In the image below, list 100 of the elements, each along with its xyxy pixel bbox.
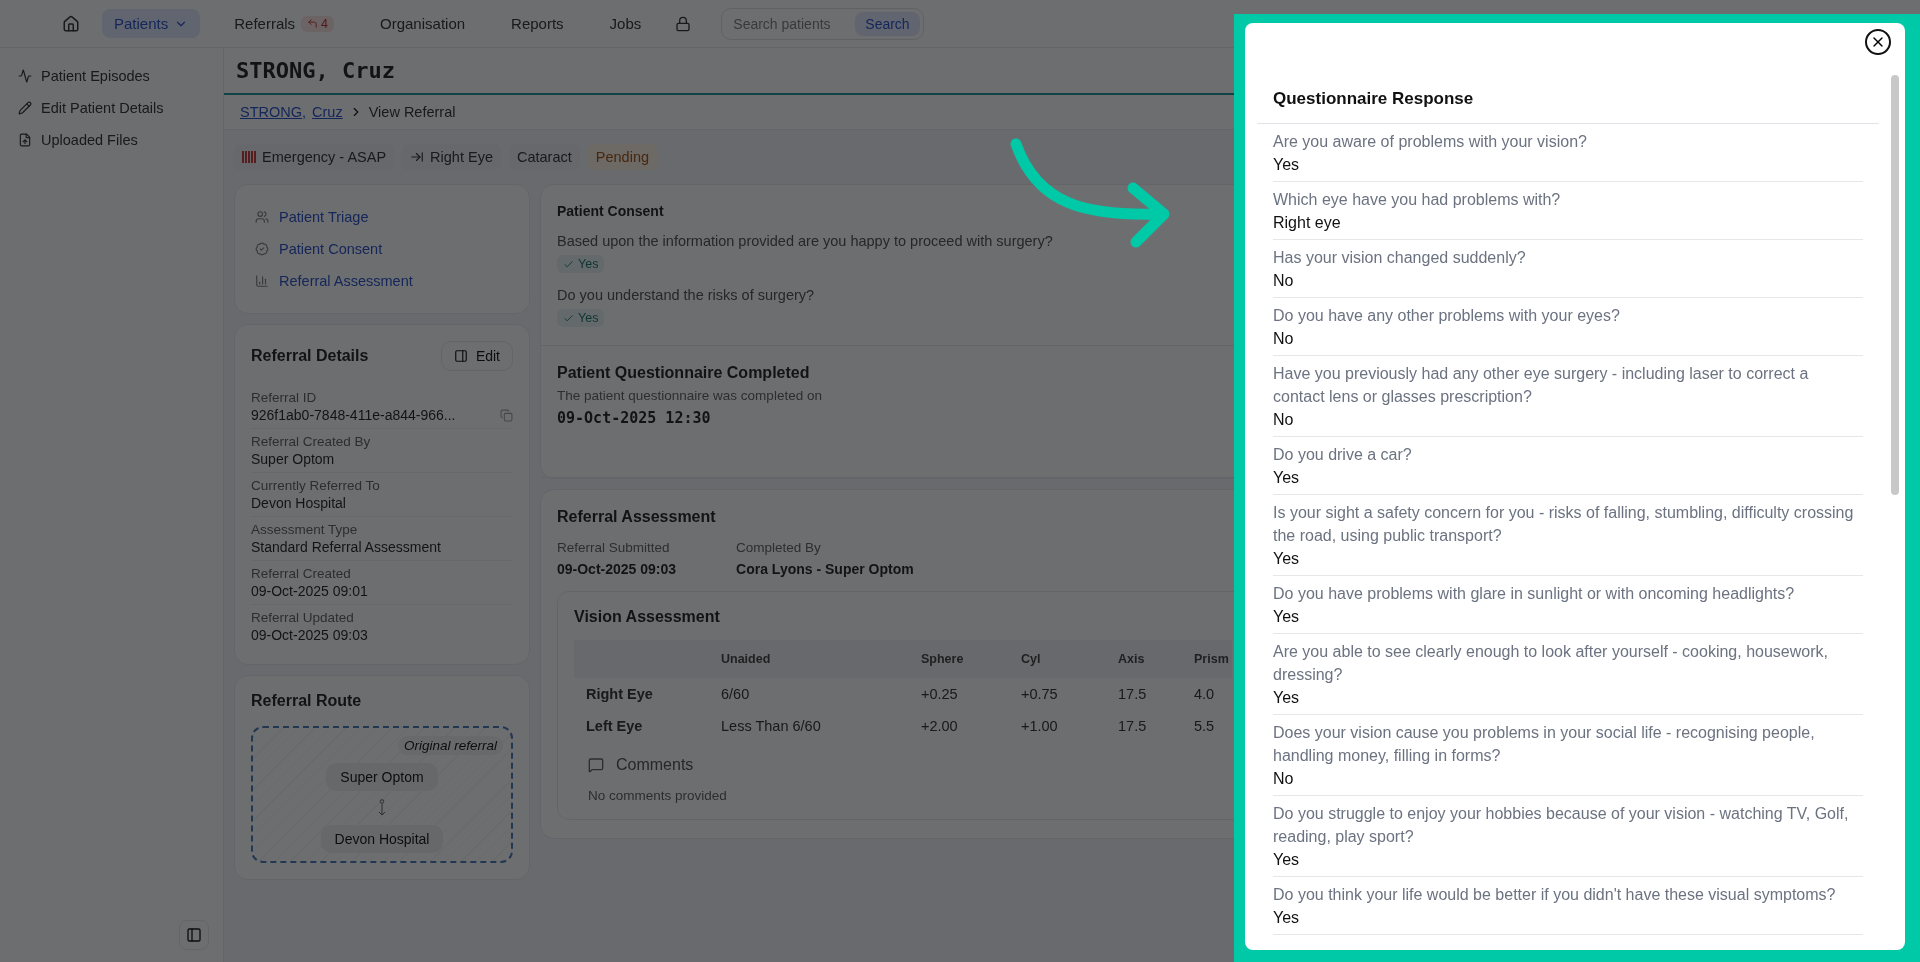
consent-question: Do you understand the risks of surgery?: [557, 287, 815, 303]
column-header: Cyl: [1009, 640, 1106, 678]
answer-text: Yes: [1273, 687, 1300, 708]
field-value: 09-Oct-2025 09:03: [251, 627, 368, 643]
card-title: Referral Route: [251, 692, 363, 710]
comments-title: Comments: [616, 756, 694, 774]
nav-tab[interactable]: Organisation: [368, 9, 478, 38]
answer-text: No: [1273, 270, 1294, 291]
table-cell-text: +1.00: [1020, 717, 1059, 736]
answer-text: Yes: [1273, 907, 1300, 928]
comment-icon: [588, 757, 604, 773]
panel-right-icon: [453, 349, 468, 363]
route-node: Devon Hospital: [320, 825, 444, 853]
count-badge: 4: [301, 15, 334, 32]
field-label: Referral Created: [251, 566, 352, 581]
sidebar-item[interactable]: Patient Episodes: [12, 62, 211, 90]
answer-text: No: [1273, 768, 1294, 789]
field-value: 926f1ab0-7848-411e-a844-966...: [251, 407, 456, 423]
search-button[interactable]: Search: [855, 11, 920, 36]
field-value: Standard Referral Assessment: [251, 539, 441, 555]
sidebar-icon: [18, 101, 32, 115]
nav-tab[interactable]: Reports: [499, 9, 576, 38]
edit-button[interactable]: Edit: [440, 341, 513, 371]
step-icon: [255, 210, 269, 224]
column-header: Unaided: [709, 640, 909, 678]
question-text: Does your vision cause you problems in your social life - recognising people, handling money, filling in forms?: [1273, 722, 1816, 766]
section-title: Referral Assessment: [557, 508, 716, 526]
answer-text: Yes: [1273, 548, 1300, 569]
copy-icon[interactable]: [500, 408, 513, 422]
question-text: Do you drive a car?: [1273, 444, 1412, 465]
breadcrumb-link[interactable]: Cruz: [312, 104, 343, 120]
nav-tab[interactable]: Jobs: [597, 9, 654, 38]
answer-text: Right eye: [1273, 212, 1341, 233]
nav-tab[interactable]: Patients: [102, 9, 201, 38]
column-header: Sphere: [909, 640, 1009, 678]
question-text: Has your vision changed suddenly?: [1273, 247, 1526, 268]
question-text: Do you struggle to enjoy your hobbies because of your vision - watching TV, Golf, reading, play sport?: [1273, 803, 1850, 847]
check-icon: [563, 312, 574, 324]
table-cell: 4.0: [1182, 678, 1232, 710]
card-title: Referral Details: [251, 347, 369, 365]
question-text: Are you aware of problems with your vision?: [1273, 131, 1587, 152]
close-button[interactable]: [1865, 29, 1891, 55]
sidebar-item[interactable]: Uploaded Files: [12, 126, 211, 154]
section-title: Patient Questionnaire Completed: [557, 364, 810, 382]
field-label: Referral Updated: [251, 610, 355, 625]
field-label: Completed By: [736, 540, 822, 555]
step-link[interactable]: Referral Assessment: [251, 265, 513, 297]
table-cell-text: 5.5: [1193, 717, 1216, 736]
lock-icon[interactable]: [675, 15, 692, 32]
sidebar-toggle-button[interactable]: [179, 920, 209, 950]
breadcrumb-current: View Referral: [368, 104, 456, 120]
table-cell: 6/60: [709, 678, 909, 710]
return-arrow-icon: [307, 18, 319, 29]
question-text: Is your sight a safety concern for you - risks of falling, stumbling, difficulty crossing the road, using public transport?: [1273, 502, 1855, 546]
question-text: Do you think your life would be better if you didn't have these visual symptoms?: [1273, 884, 1836, 905]
table-cell-text: +2.00: [920, 717, 959, 736]
answer-tag: Yes: [557, 255, 605, 273]
sidebar-icon: [18, 133, 32, 147]
table-cell: +0.25: [909, 678, 1009, 710]
field-label: Referral Created By: [251, 434, 372, 449]
column-header: Prism: [1182, 640, 1232, 678]
home-icon[interactable]: [62, 14, 80, 33]
field-label: Currently Referred To: [251, 478, 381, 493]
answer-tag: Yes: [557, 309, 605, 327]
down-arrow-icon: [378, 799, 386, 817]
answer-text: Yes: [1273, 154, 1300, 175]
completed-date: 09-Oct-2025 12:30: [557, 409, 711, 427]
field-label: Assessment Type: [251, 522, 359, 537]
table-cell-text: 17.5: [1117, 717, 1148, 736]
table-cell: +0.75: [1009, 678, 1106, 710]
section-title: Patient Consent: [557, 203, 664, 219]
breadcrumb-link[interactable]: STRONG,: [240, 104, 307, 120]
field-label: Referral Submitted: [557, 540, 671, 555]
question-text: Do you have any other problems with your eyes?: [1273, 305, 1620, 326]
field-value: 09-Oct-2025 09:01: [251, 583, 368, 599]
drawer-title: Questionnaire Response: [1257, 89, 1879, 124]
table-cell-text: Less Than 6/60: [720, 717, 822, 736]
field-value: 09-Oct-2025 09:03: [557, 561, 677, 577]
answer-text: No: [1273, 409, 1294, 430]
sidebar-item[interactable]: Edit Patient Details: [12, 94, 211, 122]
tag: Pending: [587, 144, 657, 170]
step-icon: [255, 242, 269, 256]
bars-icon: [242, 150, 256, 164]
step-link[interactable]: Patient Triage: [251, 201, 513, 233]
answer-text: Yes: [1273, 606, 1300, 627]
field-value: Cora Lyons - Super Optom: [736, 561, 914, 577]
arrow-to-line-icon: [410, 150, 425, 164]
step-icon: [255, 274, 269, 288]
question-text: Which eye have you had problems with?: [1273, 189, 1561, 210]
field-value: Super Optom: [251, 451, 335, 467]
column-header: Axis: [1106, 640, 1182, 678]
field-value: Devon Hospital: [251, 495, 346, 511]
question-text: Do you have problems with glare in sunlight or with oncoming headlights?: [1273, 583, 1795, 604]
sidebar-icon: [18, 69, 32, 83]
check-icon: [563, 258, 574, 270]
answer-text: No: [1273, 328, 1294, 349]
nav-tab[interactable]: Referrals 4: [222, 9, 346, 38]
row-header: Right Eye: [574, 678, 709, 710]
panel-left-icon: [186, 927, 202, 943]
step-link[interactable]: Patient Consent: [251, 233, 513, 265]
